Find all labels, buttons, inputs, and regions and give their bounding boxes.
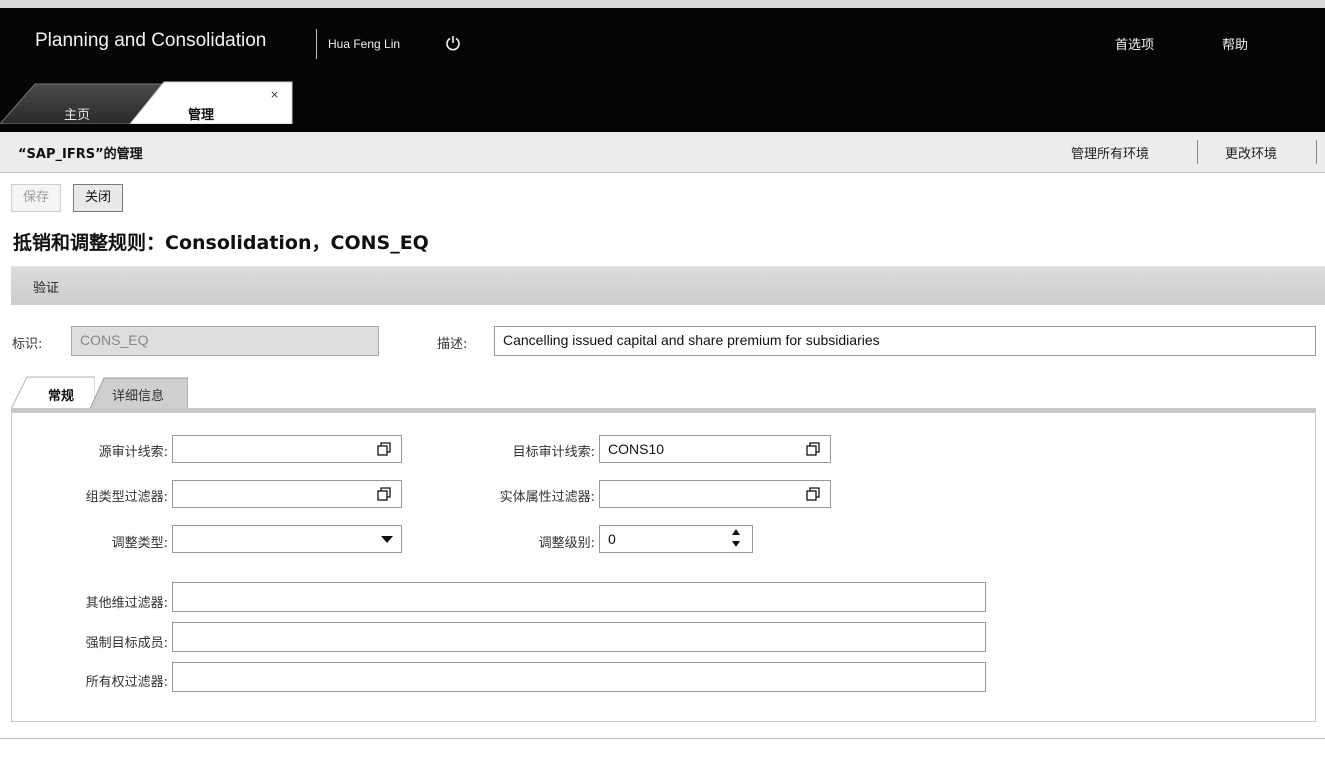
save-button[interactable]: 保存	[11, 184, 61, 212]
divider	[1316, 140, 1317, 164]
description-label: 描述:	[437, 337, 468, 352]
group-type-filter-field[interactable]	[172, 480, 402, 508]
top-border	[0, 0, 1325, 8]
source-audit-label: 源审计线索:	[98, 445, 168, 460]
close-button[interactable]: 关闭	[73, 184, 123, 212]
close-icon[interactable]: ×	[270, 88, 279, 101]
bottom-divider	[0, 738, 1325, 739]
tab-admin-label[interactable]: 管理	[188, 104, 214, 123]
value-help-icon[interactable]	[377, 487, 391, 501]
title-separator	[316, 29, 317, 59]
value-help-icon[interactable]	[377, 442, 391, 456]
verify-section-label[interactable]: 验证	[33, 277, 59, 296]
ownership-filter-field[interactable]	[172, 662, 986, 692]
ownership-filter-label: 所有权过滤器:	[85, 675, 168, 690]
environment-title: “SAP_IFRS”的管理	[18, 147, 143, 162]
preferences-link[interactable]: 首选项	[1115, 34, 1154, 53]
other-dimension-filter-label: 其他维过滤器:	[85, 596, 168, 611]
value-help-icon[interactable]	[806, 487, 820, 501]
entity-property-filter-label: 实体属性过滤器:	[499, 490, 595, 505]
entity-property-filter-field[interactable]	[599, 480, 831, 508]
change-environment-link[interactable]: 更改环境	[1225, 143, 1277, 162]
other-dimension-filter-field[interactable]	[172, 582, 986, 612]
power-icon[interactable]	[445, 35, 461, 51]
verify-section-bar[interactable]	[11, 266, 1325, 305]
id-field: CONS_EQ	[71, 326, 379, 356]
id-label: 标识:	[12, 337, 43, 352]
chevron-down-icon[interactable]	[381, 536, 393, 543]
spinner-down-icon[interactable]	[732, 541, 740, 547]
tab-details-label[interactable]: 详细信息	[112, 385, 164, 404]
help-link[interactable]: 帮助	[1222, 34, 1248, 53]
force-target-member-field[interactable]	[172, 622, 986, 652]
adjustment-type-select[interactable]	[172, 525, 402, 553]
page-title: 抵销和调整规则：Consolidation，CONS_EQ	[13, 232, 429, 254]
user-name: Hua Feng Lin	[328, 37, 401, 51]
force-target-member-label: 强制目标成员:	[85, 636, 168, 651]
manage-all-environments-link[interactable]: 管理所有环境	[1071, 143, 1149, 162]
description-field[interactable]: Cancelling issued capital and share prem…	[494, 326, 1316, 356]
adjustment-level-label: 调整级别:	[538, 536, 595, 551]
spinner-up-icon[interactable]	[732, 529, 740, 535]
divider	[1197, 140, 1198, 164]
value-help-icon[interactable]	[806, 442, 820, 456]
app-title: Planning and Consolidation	[35, 30, 267, 51]
tab-home-label[interactable]: 主页	[64, 104, 90, 123]
adjustment-type-label: 调整类型:	[111, 536, 168, 551]
source-audit-field[interactable]	[172, 435, 402, 463]
target-audit-field[interactable]: CONS10	[599, 435, 831, 463]
target-audit-label: 目标审计线索:	[512, 445, 595, 460]
adjustment-level-stepper[interactable]: 0	[599, 525, 753, 553]
tab-general-label[interactable]: 常规	[48, 385, 74, 404]
group-type-filter-label: 组类型过滤器:	[85, 490, 168, 505]
